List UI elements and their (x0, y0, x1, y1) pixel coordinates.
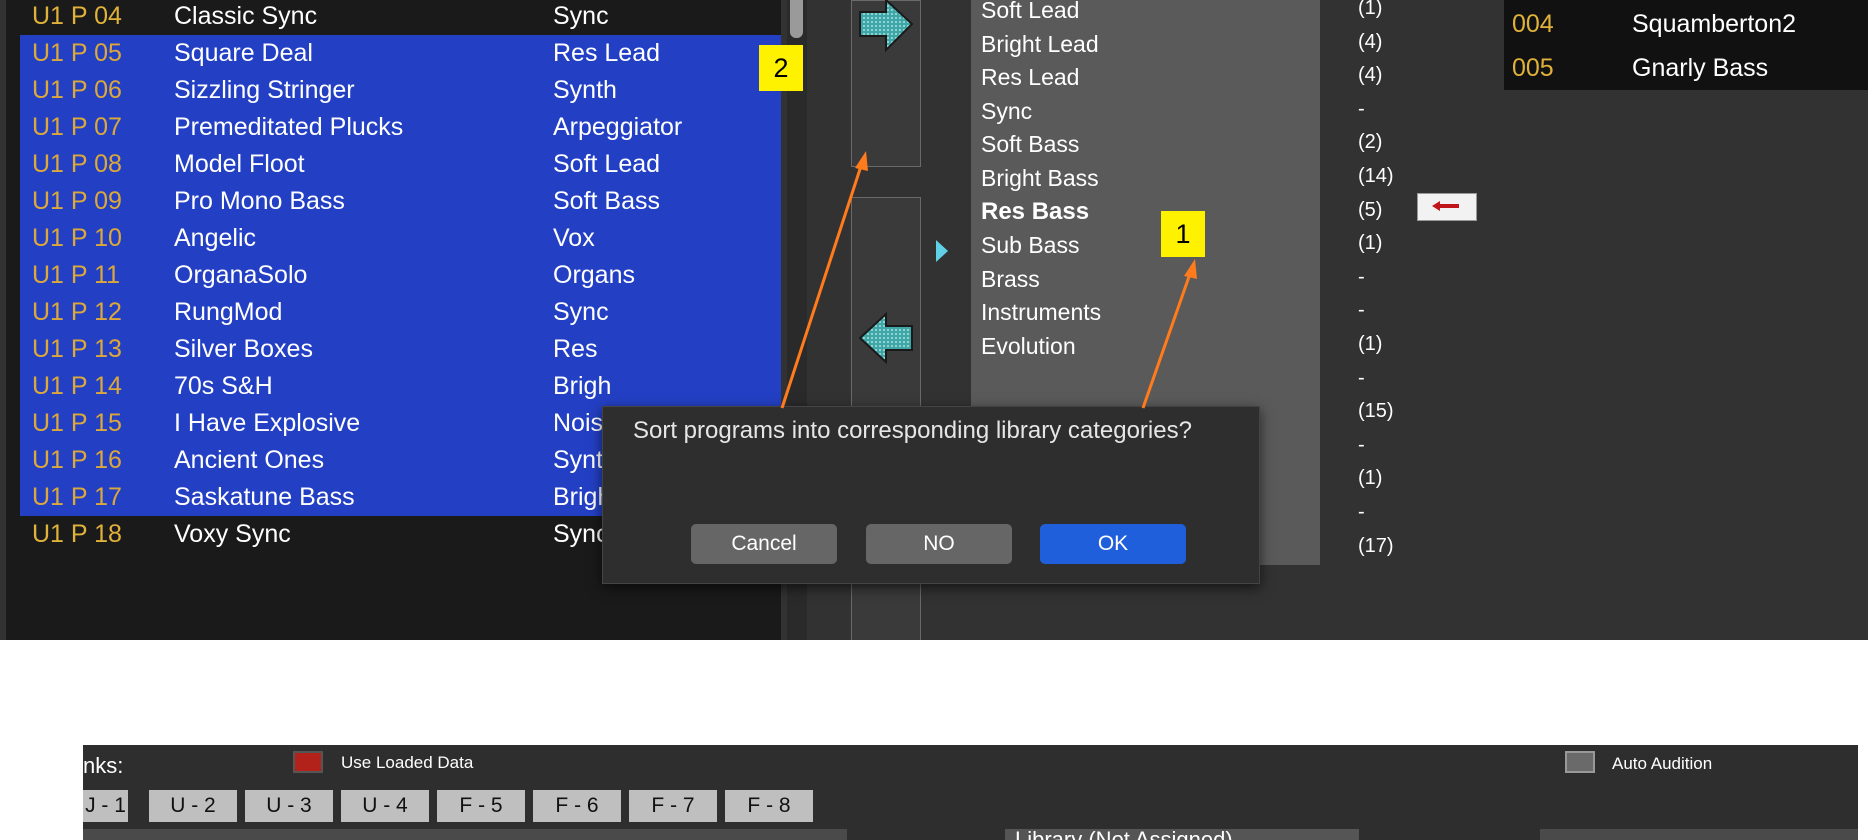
auto-audition-checkbox[interactable] (1565, 751, 1595, 773)
bank-button-8[interactable]: F - 8 (725, 790, 813, 822)
library-header-label: Library (Not Assigned) (1015, 829, 1233, 840)
annotation-arrows (780, 151, 1197, 409)
use-loaded-data-label: Use Loaded Data (341, 753, 474, 772)
bank-button-6[interactable]: F - 6 (533, 790, 621, 822)
bank-button-4[interactable]: U - 4 (341, 790, 429, 822)
program-transfer-panel: U1 P 04 Classic Sync Sync U1 P 05 Square Dea… (0, 0, 1868, 640)
bank-button-7[interactable]: F - 7 (629, 790, 717, 822)
program-list-header (83, 829, 847, 840)
banks-label: nks: (83, 753, 124, 778)
bank-button-3[interactable]: U - 3 (245, 790, 333, 822)
bank-button-1[interactable]: J - 1 (83, 790, 128, 822)
use-loaded-data-led[interactable] (293, 751, 323, 773)
bank-controls-strip: nks: Use Loaded Data Auto Audition J - 1… (83, 745, 1858, 840)
auto-audition-label: Auto Audition (1612, 754, 1713, 773)
bank-button-2[interactable]: U - 2 (149, 790, 237, 822)
bank-button-5[interactable]: F - 5 (437, 790, 525, 822)
library-header: Library (Not Assigned) (1005, 829, 1359, 840)
library-list-header (1540, 829, 1858, 840)
